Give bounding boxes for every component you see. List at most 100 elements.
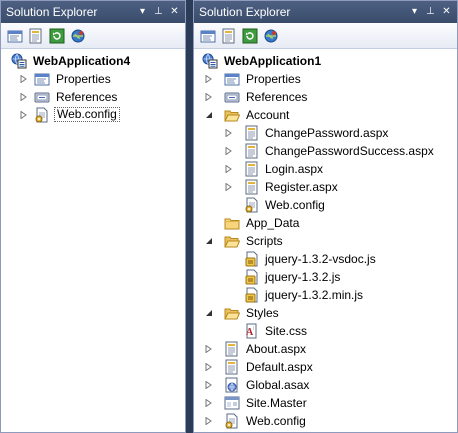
solution-tree: WebApplication4 Properties References We… <box>1 49 185 124</box>
refresh-button[interactable] <box>48 27 66 45</box>
tree-item[interactable]: jquery-1.3.2.js <box>194 268 457 286</box>
show-all-files-button[interactable] <box>27 27 45 45</box>
tree-item[interactable]: ChangePassword.aspx <box>194 124 457 142</box>
tree-item[interactable]: Register.aspx <box>194 178 457 196</box>
close-icon[interactable]: ✕ <box>440 5 453 18</box>
config-file-icon <box>224 413 240 429</box>
tree-item-label: Properties <box>56 72 111 86</box>
js-file-icon <box>244 269 260 285</box>
class-diagram-button[interactable] <box>69 27 87 45</box>
title-bar: Solution Explorer ▾ ⊥ ✕ <box>1 1 185 23</box>
project-name: WebApplication4 <box>33 54 131 68</box>
tree-item[interactable]: Default.aspx <box>194 358 457 376</box>
collapse-icon[interactable] <box>204 236 213 245</box>
expand-icon[interactable] <box>224 128 233 137</box>
close-icon[interactable]: ✕ <box>168 5 181 18</box>
expand-icon[interactable] <box>204 380 213 389</box>
folder-open-icon <box>224 107 240 123</box>
tree-item[interactable]: Properties <box>1 70 185 88</box>
tree-item-label: About.aspx <box>246 342 307 356</box>
pin-icon[interactable]: ⊥ <box>424 5 437 18</box>
tree-folder-app-data[interactable]: App_Data <box>194 214 457 232</box>
tree-item-label: jquery-1.3.2.min.js <box>265 288 364 302</box>
show-all-files-button[interactable] <box>220 27 238 45</box>
tree-item-label: Account <box>246 108 290 122</box>
tree-item[interactable]: ChangePasswordSuccess.aspx <box>194 142 457 160</box>
expand-icon[interactable] <box>224 182 233 191</box>
expand-icon[interactable] <box>204 362 213 371</box>
tree-item-label: App_Data <box>246 216 300 230</box>
aspx-file-icon <box>244 143 260 159</box>
expand-icon[interactable] <box>204 92 213 101</box>
tree-item[interactable]: References <box>1 88 185 106</box>
expand-icon[interactable] <box>19 92 28 101</box>
solution-explorer-right: Solution Explorer ▾ ⊥ ✕ WebApplication1 … <box>193 0 458 433</box>
dropdown-icon[interactable]: ▾ <box>136 5 149 18</box>
properties-button[interactable] <box>199 27 217 45</box>
expand-icon[interactable] <box>204 416 213 425</box>
tree-folder-account[interactable]: Account <box>194 106 457 124</box>
tree-item-label: jquery-1.3.2-vsdoc.js <box>265 252 376 266</box>
tree-item[interactable]: Site.css <box>194 322 457 340</box>
references-icon <box>34 89 50 105</box>
solution-tree: WebApplication1 Properties References Ac… <box>194 49 457 430</box>
tree-root[interactable]: WebApplication1 <box>194 52 457 70</box>
collapse-icon[interactable] <box>204 308 213 317</box>
tree-item-label: Login.aspx <box>265 162 324 176</box>
expand-icon[interactable] <box>204 398 213 407</box>
expand-icon[interactable] <box>204 74 213 83</box>
expand-icon[interactable] <box>19 74 28 83</box>
dropdown-icon[interactable]: ▾ <box>408 5 421 18</box>
expand-icon[interactable] <box>19 110 28 119</box>
tree-item[interactable]: About.aspx <box>194 340 457 358</box>
properties-button[interactable] <box>6 27 24 45</box>
folder-icon <box>224 215 240 231</box>
class-diagram-button[interactable] <box>262 27 280 45</box>
expand-icon[interactable] <box>204 344 213 353</box>
tree-item[interactable]: jquery-1.3.2.min.js <box>194 286 457 304</box>
tree-item[interactable]: Global.asax <box>194 376 457 394</box>
tree-item-label: Site.Master <box>246 396 307 410</box>
properties-icon <box>224 71 240 87</box>
tree-item[interactable]: jquery-1.3.2-vsdoc.js <box>194 250 457 268</box>
js-file-icon <box>244 287 260 303</box>
references-icon <box>224 89 240 105</box>
aspx-file-icon <box>244 125 260 141</box>
tree-item[interactable]: Properties <box>194 70 457 88</box>
web-project-icon <box>202 53 218 69</box>
panel-title: Solution Explorer <box>6 5 98 19</box>
expand-icon[interactable] <box>224 146 233 155</box>
tree-item-label: References <box>246 90 308 104</box>
tree-item[interactable]: Web.config <box>194 412 457 430</box>
asax-file-icon <box>224 377 240 393</box>
tree-folder-scripts[interactable]: Scripts <box>194 232 457 250</box>
tree-folder-styles[interactable]: Styles <box>194 304 457 322</box>
tree-item-label: jquery-1.3.2.js <box>265 270 341 284</box>
expand-icon[interactable] <box>224 164 233 173</box>
tree-item-label: References <box>56 90 118 104</box>
css-file-icon <box>244 323 260 339</box>
js-file-icon <box>244 251 260 267</box>
pin-icon[interactable]: ⊥ <box>152 5 165 18</box>
title-bar: Solution Explorer ▾ ⊥ ✕ <box>194 1 457 23</box>
aspx-file-icon <box>224 341 240 357</box>
aspx-file-icon <box>244 161 260 177</box>
config-file-icon <box>244 197 260 213</box>
tree-item[interactable]: References <box>194 88 457 106</box>
folder-open-icon <box>224 305 240 321</box>
tree-item-label: Web.config <box>246 414 306 428</box>
collapse-icon[interactable] <box>204 110 213 119</box>
tree-item[interactable]: Web.config <box>194 196 457 214</box>
tree-item-label: ChangePassword.aspx <box>265 126 389 140</box>
tree-item[interactable]: Site.Master <box>194 394 457 412</box>
refresh-button[interactable] <box>241 27 259 45</box>
tree-root[interactable]: WebApplication4 <box>1 52 185 70</box>
properties-icon <box>34 71 50 87</box>
tree-item-label: Styles <box>246 306 279 320</box>
folder-open-icon <box>224 233 240 249</box>
aspx-file-icon <box>224 359 240 375</box>
tree-item[interactable]: Login.aspx <box>194 160 457 178</box>
tree-item[interactable]: Web.config <box>1 106 185 124</box>
aspx-file-icon <box>244 179 260 195</box>
tree-item-label: Web.config <box>265 198 325 212</box>
